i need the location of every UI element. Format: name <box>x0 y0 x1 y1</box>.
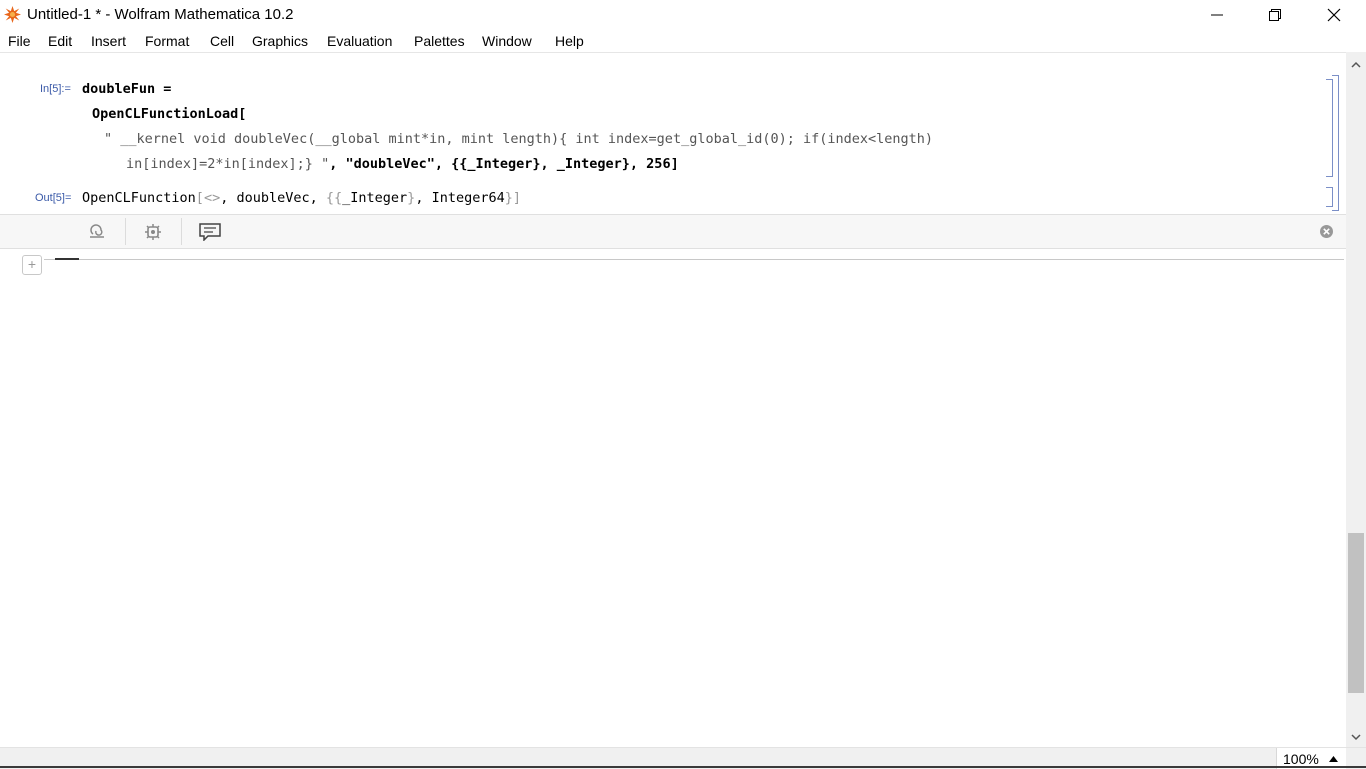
vertical-scrollbar[interactable] <box>1346 52 1366 747</box>
output-open-bracket: [ <box>195 190 204 206</box>
close-icon <box>1327 8 1341 22</box>
menu-format[interactable]: Format <box>145 33 189 49</box>
triangle-up-icon <box>1328 755 1338 762</box>
divider <box>125 218 126 245</box>
gear-button[interactable] <box>133 219 173 244</box>
minimize-icon <box>1211 14 1223 16</box>
kernel-string-end: in[index]=2*in[index];} " <box>126 156 330 172</box>
restore-button[interactable] <box>1246 0 1304 30</box>
input-assignment: doubleFun = <box>82 81 172 97</box>
menu-window[interactable]: Window <box>482 33 532 49</box>
title-bar: Untitled-1 * - Wolfram Mathematica 10.2 <box>0 0 1366 30</box>
menu-file[interactable]: File <box>8 33 31 49</box>
cell-insertion-line[interactable] <box>44 259 1344 260</box>
scroll-down-button[interactable] <box>1346 727 1366 747</box>
output-sep: , <box>415 190 432 206</box>
output-lbrace: {{ <box>325 190 343 206</box>
menu-palettes[interactable]: Palettes <box>414 33 465 49</box>
input-args: , "doubleVec", {{_Integer}, _Integer}, 2… <box>329 156 679 172</box>
gear-icon <box>145 223 161 240</box>
mathematica-spikey-icon[interactable] <box>4 6 21 23</box>
menu-cell[interactable]: Cell <box>210 33 234 49</box>
scroll-up-button[interactable] <box>1346 54 1366 74</box>
output-mid: , doubleVec, <box>220 190 326 206</box>
chevron-down-icon <box>1351 733 1361 740</box>
menu-help[interactable]: Help <box>555 33 584 49</box>
group-cell-bracket[interactable] <box>1332 75 1339 211</box>
insert-cell-button[interactable]: + <box>22 255 42 275</box>
output-arg1: <> <box>203 190 221 206</box>
menu-evaluation[interactable]: Evaluation <box>327 33 392 49</box>
menu-insert[interactable]: Insert <box>91 33 126 49</box>
scrollbar-thumb[interactable] <box>1348 533 1364 693</box>
input-line-2[interactable]: OpenCLFunctionLoad[ <box>92 106 246 122</box>
minimize-button[interactable] <box>1188 0 1246 30</box>
output-label: Out[5]= <box>35 192 72 204</box>
close-button[interactable] <box>1305 0 1363 30</box>
close-circle-icon[interactable] <box>1319 224 1334 239</box>
menu-edit[interactable]: Edit <box>48 33 72 49</box>
output-head: OpenCLFunction <box>82 190 196 206</box>
input-line-4[interactable]: in[index]=2*in[index];} ", "doubleVec", … <box>126 156 679 172</box>
suggestions-bar <box>0 214 1346 249</box>
comment-icon <box>199 222 221 241</box>
output-cell-bracket[interactable] <box>1326 187 1333 207</box>
menu-bar: File Edit Insert Format Cell Graphics Ev… <box>0 30 1366 52</box>
output-int: _Integer <box>342 190 408 206</box>
divider <box>181 218 182 245</box>
notebook-area[interactable]: In[5]:= doubleFun = OpenCLFunctionLoad[ … <box>0 52 1346 748</box>
comment-button[interactable] <box>190 219 230 244</box>
input-line-3[interactable]: " __kernel void doubleVec(__global mint*… <box>104 131 933 147</box>
output-int64: Integer64 <box>431 190 505 206</box>
input-function-call: OpenCLFunctionLoad[ <box>92 106 247 122</box>
window-title: Untitled-1 * - Wolfram Mathematica 10.2 <box>27 6 294 23</box>
zoom-level: 100% <box>1283 750 1319 767</box>
kernel-swirl-icon <box>90 223 104 238</box>
input-label: In[5]:= <box>40 83 71 95</box>
output-expression[interactable]: OpenCLFunction[<>, doubleVec, {{_Integer… <box>82 190 521 206</box>
output-close: }] <box>504 190 521 206</box>
maximize-icon <box>1269 9 1281 21</box>
input-line-1[interactable]: doubleFun = <box>82 81 171 97</box>
chevron-up-icon <box>1351 61 1361 68</box>
kernel-swirl-button[interactable] <box>77 219 117 244</box>
menu-graphics[interactable]: Graphics <box>252 33 308 49</box>
cell-insertion-cursor <box>55 258 79 260</box>
